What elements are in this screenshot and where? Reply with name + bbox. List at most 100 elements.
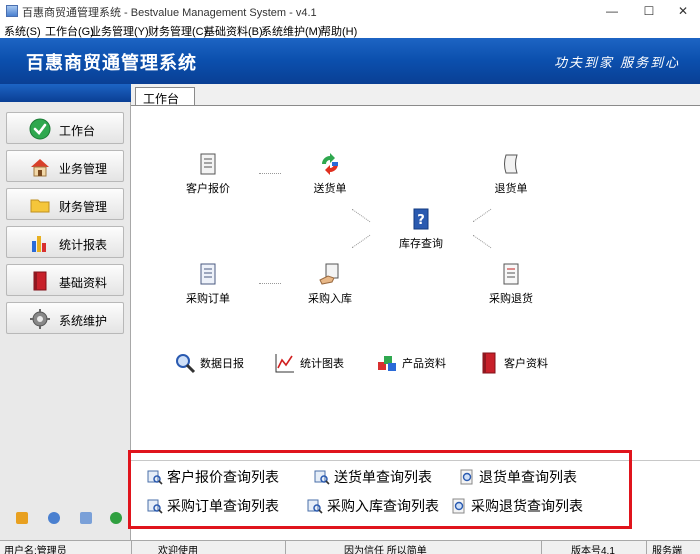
quick-customer-info[interactable]: 客户资料 (478, 350, 554, 374)
red-book-icon (482, 352, 496, 374)
sidebar-item-workbench[interactable]: 工作台 (6, 112, 124, 144)
flow-connector (259, 283, 281, 284)
document-stack-icon (200, 153, 216, 175)
status-motto: 因为信任 所以简单 (344, 546, 427, 554)
banner: 百惠商贸通管理系统 功夫到家 服务到心 (0, 38, 700, 84)
search-list-icon (314, 470, 330, 485)
search-list-icon (307, 499, 323, 514)
quick-label: 产品资料 (402, 358, 446, 370)
module-purchase-order[interactable]: 采购订单 (173, 262, 243, 306)
banner-slogan: 功夫到家 服务到心 (554, 56, 681, 71)
scroll-icon (504, 154, 518, 174)
menu-finance[interactable]: 财务管理(C) (148, 23, 207, 39)
magnifier-icon (176, 354, 196, 374)
hand-document-icon (319, 263, 339, 285)
menu-maintenance[interactable]: 系统维护(M) (261, 23, 322, 39)
status-service: 服务端 (652, 546, 682, 554)
module-return-note[interactable]: 退货单 (476, 152, 546, 196)
house-icon (31, 159, 49, 177)
sidebar-item-business[interactable]: 业务管理 (6, 150, 124, 182)
module-label: 送货单 (313, 183, 347, 195)
magnifier-page-icon (460, 469, 473, 485)
sidebar-item-maintenance[interactable]: 系统维护 (6, 302, 124, 334)
bar-chart-icon (32, 236, 46, 252)
link-return-list[interactable]: 退货单查询列表 (459, 467, 589, 487)
magnifier-page-icon (452, 498, 465, 514)
search-icon[interactable] (80, 512, 92, 524)
link-delivery-list[interactable]: 送货单查询列表 (314, 467, 444, 487)
book-icon (33, 271, 47, 291)
minimize-button[interactable]: — (595, 0, 629, 22)
title-bar: 百惠商贸通管理系统 - Bestvalue Management System … (0, 0, 700, 22)
menu-system[interactable]: 系统(S) (4, 23, 41, 39)
flow-connector (259, 173, 281, 174)
back-arrow-icon[interactable] (110, 512, 122, 524)
close-button[interactable]: ✕ (666, 0, 700, 22)
status-bar: 用户名:管理员 欢迎使用 因为信任 所以简单 版本号4.1 服务端 (0, 540, 700, 554)
module-label: 客户报价 (186, 183, 230, 195)
sidebar-item-label: 基础资料 (59, 276, 108, 290)
menu-business[interactable]: 业务管理(Y) (90, 23, 149, 39)
link-label: 采购退货查询列表 (471, 498, 583, 514)
sidebar-item-basic-data[interactable]: 基础资料 (6, 264, 124, 296)
line-chart-icon (275, 354, 294, 373)
link-label: 采购入库查询列表 (327, 498, 439, 514)
sidebar: 工作台 业务管理 财务管理 统计报表 基础资料 系统维护 (0, 84, 131, 540)
module-purchase-receipt[interactable]: 采购入库 (295, 262, 365, 306)
quick-daily-report[interactable]: 数据日报 (174, 350, 250, 374)
module-label: 库存查询 (399, 238, 443, 250)
tab-workbench[interactable]: 工作台 (135, 87, 195, 106)
menu-help[interactable]: 帮助(H) (320, 23, 357, 39)
quick-label: 数据日报 (200, 358, 244, 370)
banner-title: 百惠商贸通管理系统 (26, 53, 197, 73)
sidebar-item-label: 财务管理 (59, 200, 108, 214)
link-label: 采购订单查询列表 (167, 498, 279, 514)
module-inventory-query[interactable]: ? 库存查询 (386, 207, 456, 251)
module-delivery-note[interactable]: 送货单 (295, 152, 365, 196)
status-divider (285, 541, 286, 554)
status-version: 版本号4.1 (571, 546, 615, 554)
module-label: 采购订单 (186, 293, 230, 305)
quick-product-info[interactable]: 产品资料 (376, 350, 452, 374)
highlight-box (128, 450, 632, 529)
module-purchase-return[interactable]: 采购退货 (476, 262, 546, 306)
search-list-icon (147, 499, 163, 514)
link-po-list[interactable]: 采购订单查询列表 (147, 496, 292, 516)
status-divider (541, 541, 542, 554)
link-label: 送货单查询列表 (334, 469, 432, 485)
status-welcome: 欢迎使用 (158, 546, 198, 554)
key-icon[interactable] (16, 512, 28, 524)
window-title: 百惠商贸通管理系统 - Bestvalue Management System … (22, 7, 317, 19)
app-icon (6, 5, 18, 17)
clock-icon[interactable] (48, 512, 60, 524)
module-label: 退货单 (494, 183, 528, 195)
cubes-icon (378, 356, 396, 371)
sidebar-item-reports[interactable]: 统计报表 (6, 226, 124, 258)
link-purchase-return-list[interactable]: 采购退货查询列表 (451, 496, 596, 516)
help-book-icon: ? (413, 208, 429, 230)
sidebar-item-label: 统计报表 (59, 238, 108, 252)
link-label: 退货单查询列表 (479, 469, 577, 485)
sidebar-item-label: 工作台 (59, 124, 96, 138)
quick-stats-chart[interactable]: 统计图表 (274, 350, 350, 374)
receipt-icon (503, 263, 519, 285)
sidebar-item-label: 业务管理 (59, 162, 108, 176)
maximize-button[interactable]: ☐ (632, 0, 666, 22)
module-label: 采购入库 (308, 293, 352, 305)
module-label: 采购退货 (489, 293, 533, 305)
sidebar-header-bar (0, 84, 131, 102)
link-receipt-list[interactable]: 采购入库查询列表 (307, 496, 452, 516)
search-list-icon (147, 470, 163, 485)
sidebar-item-finance[interactable]: 财务管理 (6, 188, 124, 220)
gear-icon (30, 309, 50, 329)
link-quote-list[interactable]: 客户报价查询列表 (147, 467, 292, 487)
status-user: 用户名:管理员 (4, 546, 67, 554)
menu-basic-data[interactable]: 基础资料(B) (204, 23, 263, 39)
module-customer-quote[interactable]: 客户报价 (173, 152, 243, 196)
status-divider (646, 541, 647, 554)
sidebar-item-label: 系统维护 (59, 314, 108, 328)
recycle-arrows-icon (322, 153, 338, 175)
menu-bar: 系统(S) 工作台(G) 业务管理(Y) 财务管理(C) 基础资料(B) 系统维… (0, 22, 700, 38)
menu-workbench[interactable]: 工作台(G) (45, 23, 94, 39)
quick-label: 客户资料 (504, 358, 548, 370)
